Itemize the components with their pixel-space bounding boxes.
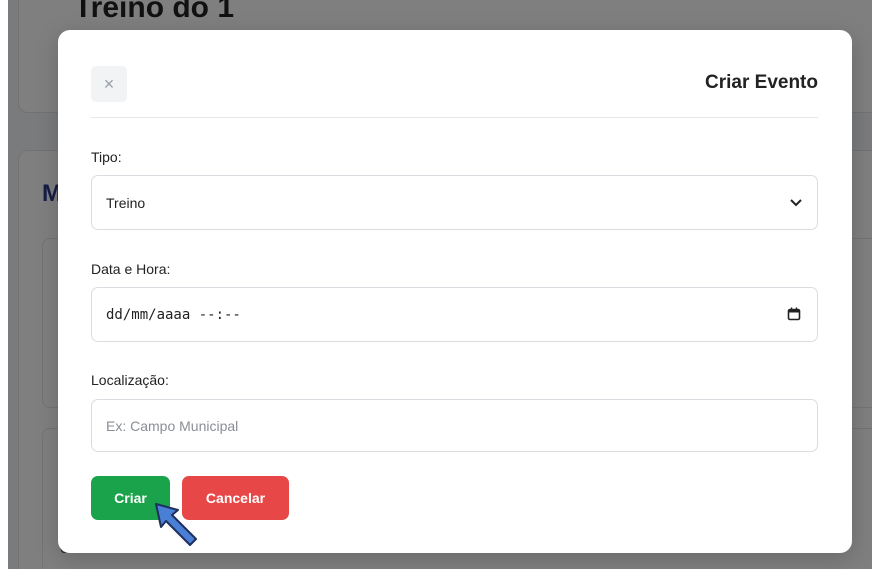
tipo-label: Tipo: — [91, 149, 122, 165]
tipo-selected-value: Treino — [106, 194, 146, 211]
create-event-modal: × Criar Evento Tipo: Treino Data e Hora:… — [58, 30, 852, 553]
calendar-icon[interactable] — [787, 307, 803, 323]
modal-title: Criar Evento — [705, 72, 818, 93]
localizacao-placeholder: Ex: Campo Municipal — [106, 417, 239, 434]
tipo-select[interactable]: Treino — [91, 175, 818, 230]
page-edge — [0, 0, 8, 569]
localizacao-input[interactable]: Ex: Campo Municipal — [91, 399, 818, 452]
data-hora-label: Data e Hora: — [91, 261, 171, 277]
close-icon: × — [103, 73, 115, 94]
localizacao-label: Localização: — [91, 372, 169, 388]
chevron-down-icon — [789, 196, 803, 210]
modal-header: × Criar Evento — [91, 66, 818, 118]
close-button[interactable]: × — [91, 66, 127, 102]
data-hora-input[interactable]: dd/mm/aaaa --:-- — [91, 287, 818, 342]
arrow-cursor-icon — [155, 503, 197, 546]
data-hora-value: dd/mm/aaaa --:-- — [106, 306, 241, 323]
